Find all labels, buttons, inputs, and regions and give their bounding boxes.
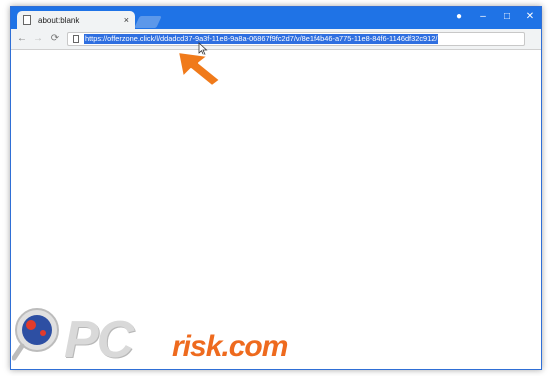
tab-close-icon[interactable]: × [124,15,129,25]
reload-icon[interactable]: ⟳ [48,32,62,46]
close-button[interactable]: ✕ [521,10,539,24]
tab-title: about:blank [38,15,80,25]
back-icon[interactable]: ← [15,32,29,46]
logo-text-pc: PC [64,311,134,369]
address-bar[interactable]: https://offerzone.click/l/ddadcd37-9a3f-… [67,32,525,46]
page-info-icon[interactable] [73,35,79,43]
forward-icon[interactable]: → [31,32,45,46]
title-bar: about:blank × ● – □ ✕ [11,7,541,29]
profile-icon[interactable]: ● [450,10,468,24]
tab-about-blank[interactable]: about:blank × [17,11,135,29]
minimize-button[interactable]: – [474,10,492,24]
magnifier-logo-icon [11,308,59,361]
pcrisk-logo: PC risk.com [11,306,332,369]
pointer-arrow-icon [177,51,221,87]
maximize-button[interactable]: □ [498,10,516,24]
logo-text-risk: risk.com [172,330,288,363]
page-icon [23,15,31,25]
toolbar: ← → ⟳ https://offerzone.click/l/ddadcd37… [11,29,541,50]
new-tab-button[interactable] [134,16,162,28]
url-text[interactable]: https://offerzone.click/l/ddadcd37-9a3f-… [84,34,439,44]
